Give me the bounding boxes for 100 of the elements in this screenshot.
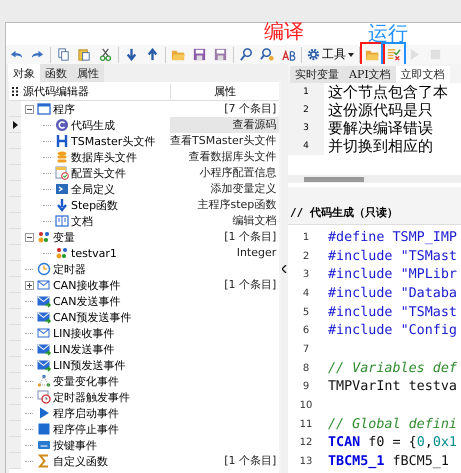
line-number: 1 (302, 232, 310, 243)
line-number: 13 (298, 456, 314, 468)
tree-row[interactable]: 定时器触发事件 (9, 389, 280, 405)
envelope-icon (37, 326, 51, 340)
panel-tab[interactable]: 立即文档 (396, 66, 450, 83)
code-line: // Global defini (327, 416, 457, 432)
tree-row[interactable]: CAN发送事件 (9, 293, 280, 309)
tree-item-label: CAN接收事件 (53, 278, 120, 292)
tree-row[interactable]: LIN发送事件 (9, 341, 280, 357)
search-icon (239, 47, 254, 62)
tools-menu-button[interactable]: 工具 (305, 45, 356, 64)
collapse-left-icon (282, 264, 287, 272)
code-line: #define TSMP_IMP (327, 230, 457, 245)
tree-row[interactable]: 配置头文件 小程序配置信息 (9, 165, 280, 181)
tree-item-label: 程序停止事件 (53, 422, 119, 436)
tree-item-label: CAN发送事件 (53, 294, 120, 308)
envelope-icon (37, 278, 51, 292)
compile-button[interactable] (363, 45, 382, 64)
collapse-icon[interactable] (25, 104, 34, 114)
tree-item-label: LIN预发送事件 (53, 358, 126, 372)
tree-row[interactable]: 程序 [7 个条目] (9, 101, 280, 117)
line-number: 1 (288, 83, 324, 101)
window-icon (37, 102, 51, 116)
down-arrow-icon (124, 47, 139, 62)
property-value: 查看源码 (232, 118, 276, 131)
code-line: #include "Databa (327, 286, 457, 301)
h-letter-icon (55, 134, 69, 148)
tree-row[interactable]: 代码生成 查看源码 (9, 117, 280, 133)
panel-tab[interactable]: 函数 (40, 64, 72, 82)
property-value: [7 个条目] (224, 102, 276, 115)
line-number: 7 (302, 344, 310, 355)
checklist-icon (386, 47, 401, 62)
clock-icon (37, 262, 51, 276)
sigma-icon (37, 454, 51, 468)
tree-row[interactable]: 程序启动事件 (9, 405, 280, 421)
line-number: 12 (298, 437, 314, 448)
line-number: 5 (302, 306, 310, 318)
tree-row[interactable]: 全局定义 添加变量定义 (9, 181, 280, 197)
property-value: 添加变量定义 (210, 182, 276, 195)
tree-item-label: Step函数 (71, 198, 118, 212)
play-icon (37, 406, 51, 420)
down-arrow-icon (55, 198, 69, 212)
tree-row[interactable]: 变量变化事件 (9, 373, 280, 389)
search-icon (260, 47, 275, 62)
tree-row[interactable]: 变量 [1 个条目] (9, 229, 280, 245)
tree-item-label: LIN发送事件 (53, 342, 115, 356)
tree-row[interactable]: 按键事件 (9, 437, 280, 453)
code-line: #include "MPLibr (327, 267, 457, 282)
tree-item-label: 按键事件 (53, 438, 97, 452)
code-line: #include "TSMast (327, 248, 457, 264)
doc-line: 要解决编译错误 (327, 118, 433, 138)
tree-item-label: 程序 (53, 102, 75, 116)
code-line: TCAN f0 = {0,0x1 (327, 435, 457, 450)
tree-row[interactable]: LIN预发送事件 (9, 357, 280, 373)
property-value: 主程序step函数 (197, 198, 276, 211)
expand-icon[interactable] (25, 280, 34, 290)
panel-tab[interactable]: API文档 (344, 66, 396, 83)
doc-line: 并切换到相应的 (327, 136, 433, 156)
tree-row[interactable]: CAN预发送事件 (9, 309, 280, 325)
run-button[interactable] (384, 45, 403, 64)
code-title: // 代码生成（只读） (289, 205, 399, 221)
tree-row[interactable]: CAN接收事件 [1 个条目] (9, 277, 280, 293)
property-value: [1 个条目] (224, 278, 276, 291)
tree-item-label: 文档 (71, 214, 93, 228)
line-number: 6 (302, 325, 310, 336)
tree-row[interactable]: 数据库头文件 查看数据库头文件 (9, 149, 280, 165)
line-number: 4 (302, 288, 310, 299)
column-header: 源代码编辑器 (21, 84, 171, 98)
config-file-icon (55, 166, 69, 180)
dots-icon (55, 246, 69, 260)
tree-row[interactable]: 定时器 (9, 261, 280, 277)
line-number: 11 (298, 418, 314, 430)
panel-tab[interactable]: 对象 (8, 64, 40, 82)
tree-item-label: 定时器 (53, 262, 86, 276)
tree-row[interactable]: LIN接收事件 (9, 325, 280, 341)
terminal-icon (55, 182, 69, 196)
tree-row[interactable]: Step函数 主程序step函数 (9, 197, 280, 213)
tree-row[interactable]: TSMaster头文件 查看TSMaster头文件 (9, 133, 280, 149)
property-value: 编辑文档 (232, 214, 276, 227)
tree-row[interactable]: 文档 编辑文档 (9, 213, 280, 229)
panel-tab[interactable]: 属性 (72, 64, 104, 82)
tree-item-label: CAN预发送事件 (53, 310, 132, 324)
tree-item-label: 代码生成 (71, 118, 115, 132)
spell-check-icon (281, 47, 296, 62)
tree-row[interactable]: testvar1 Integer (9, 245, 280, 261)
code-line: // Variables def (327, 360, 457, 376)
panel-tab[interactable]: 实时变量 (290, 66, 344, 83)
caret-icon (348, 52, 354, 56)
scrollbar[interactable] (288, 175, 461, 183)
property-value: 小程序配置信息 (199, 166, 276, 179)
line-number: 4 (288, 137, 324, 155)
tree-row[interactable]: 自定义函数 [1 个条目] (9, 453, 280, 469)
triangle-dots-icon (37, 374, 51, 388)
collapse-icon[interactable] (25, 232, 34, 242)
database-icon (55, 150, 69, 164)
line-number: 10 (298, 400, 314, 412)
scissors-icon (98, 47, 113, 62)
tree-row[interactable]: 程序停止事件 (9, 421, 280, 437)
doc-line: 这份源代码是只 (327, 100, 433, 120)
stop-icon (428, 47, 443, 62)
